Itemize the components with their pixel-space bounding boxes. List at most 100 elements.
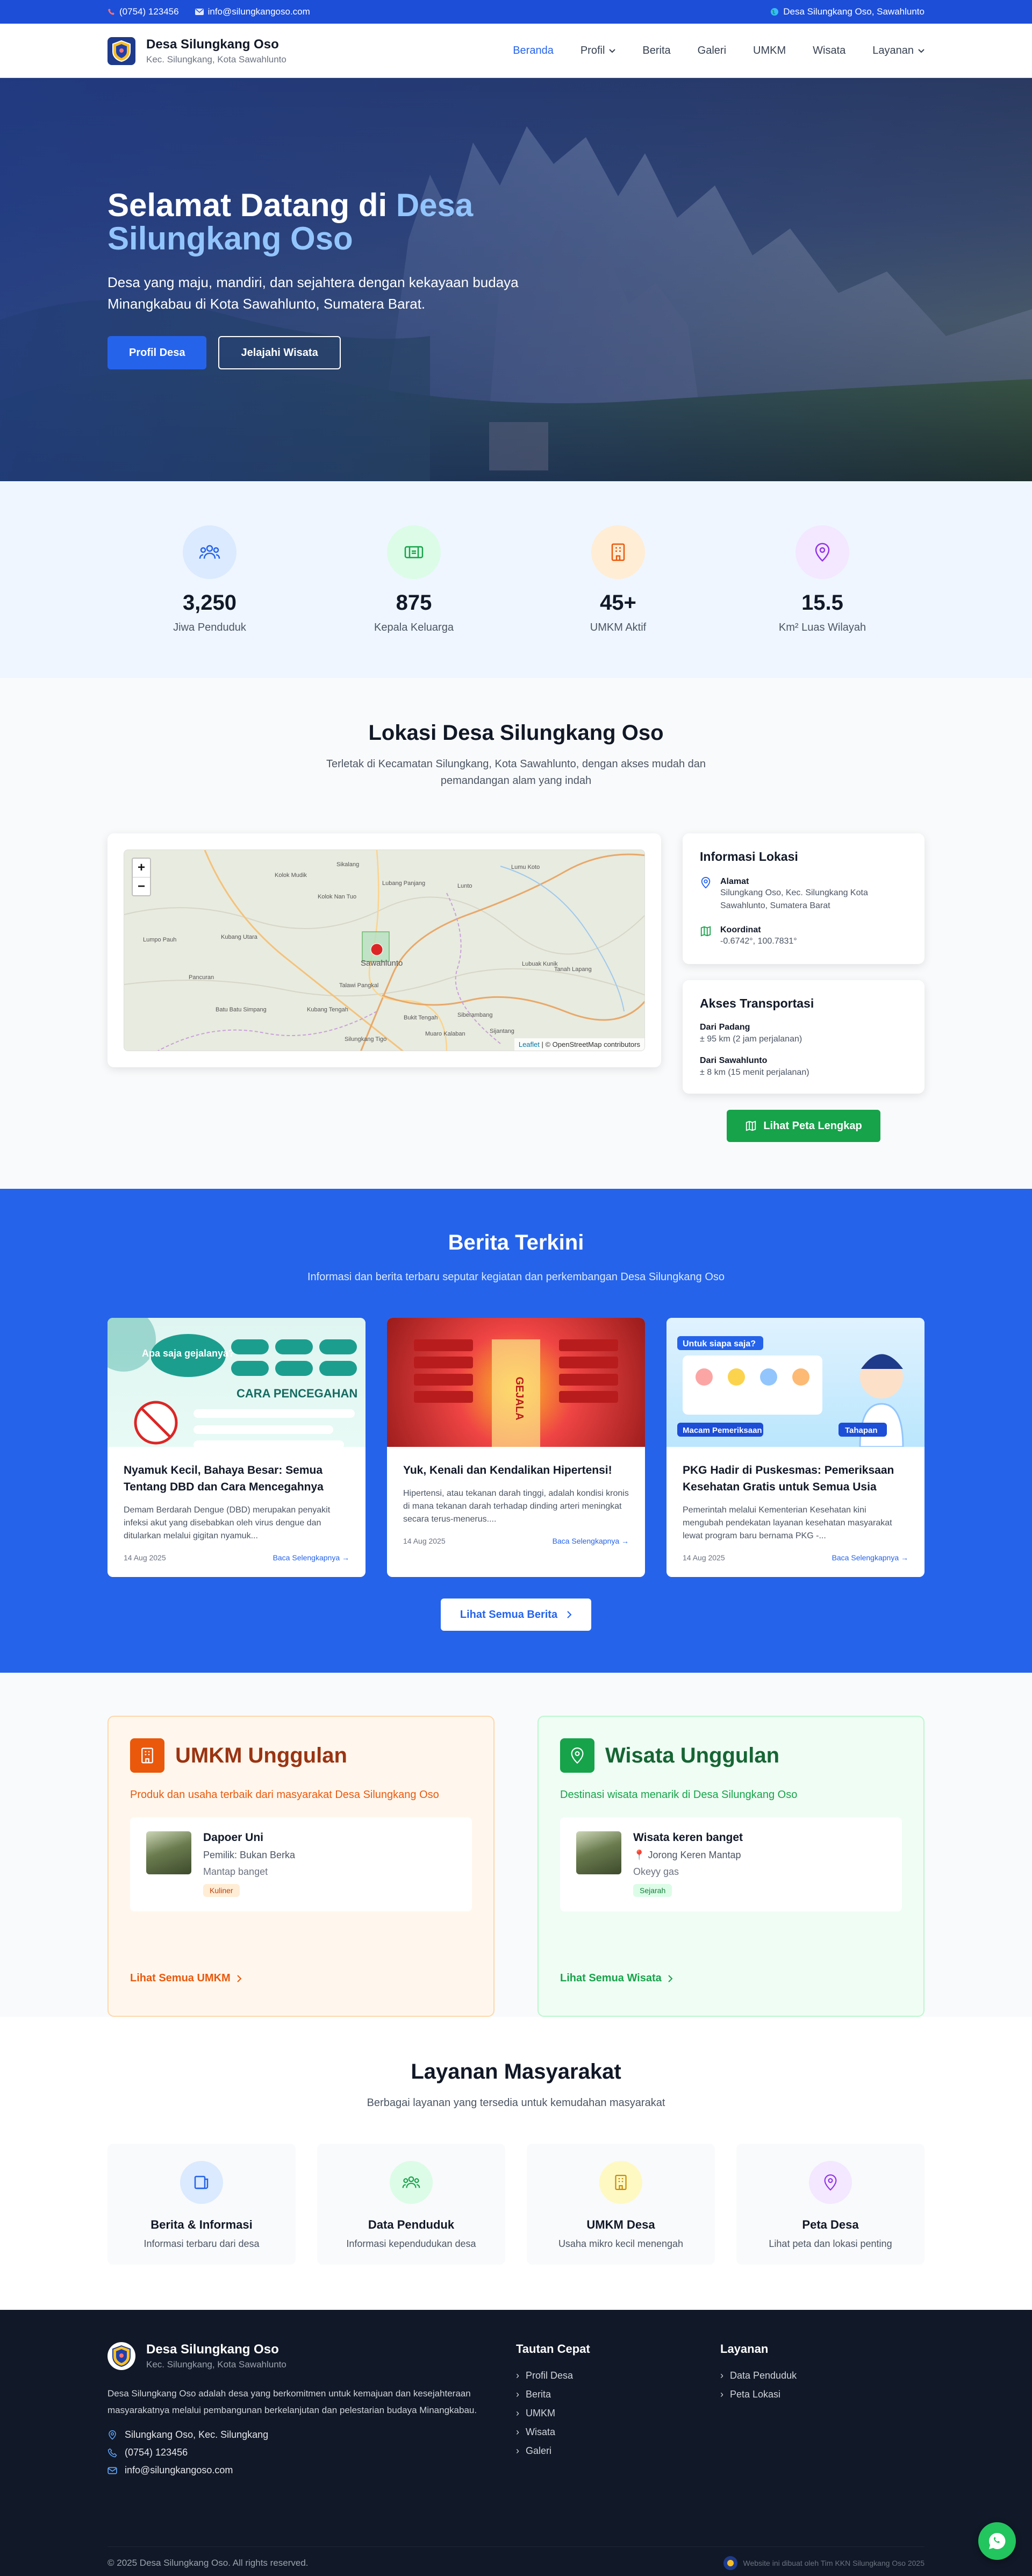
nav-galeri[interactable]: Galeri bbox=[698, 45, 726, 57]
topbar-email-text: info@silungkangoso.com bbox=[207, 6, 310, 17]
footer-phone[interactable]: (0754) 123456 bbox=[108, 2447, 516, 2458]
leaflet-link[interactable]: Leaflet bbox=[519, 1040, 540, 1048]
umkm-thumbnail bbox=[146, 1831, 191, 1874]
chevron-right-icon: › bbox=[516, 2389, 519, 2400]
nav-wisata[interactable]: Wisata bbox=[813, 45, 845, 57]
umkm-item-owner: Pemilik: Bukan Berka bbox=[203, 1850, 296, 1860]
all-news-label: Lihat Semua Berita bbox=[460, 1608, 558, 1621]
chevron-down-icon bbox=[918, 48, 924, 53]
footer-brand: Desa Silungkang Oso Kec. Silungkang, Kot… bbox=[108, 2342, 516, 2370]
full-map-button[interactable]: Lihat Peta Lengkap bbox=[727, 1110, 880, 1142]
map-attribution: Leaflet | © OpenStreetMap contributors bbox=[514, 1038, 644, 1051]
village-map[interactable]: Sikalang Lumu Koto Kolok Mudik Lunto Kolok N… bbox=[124, 850, 645, 1051]
service-card-map[interactable]: Peta Desa Lihat peta dan lokasi penting bbox=[736, 2144, 924, 2265]
all-umkm-link[interactable]: Lihat Semua UMKM bbox=[130, 1972, 242, 1985]
hypertension-infographic: GEJALA bbox=[414, 1339, 618, 1447]
map-place-label: Lumu Koto bbox=[511, 864, 540, 870]
full-map-label: Lihat Peta Lengkap bbox=[763, 1119, 862, 1132]
service-link[interactable]: › Data Penduduk bbox=[720, 2370, 924, 2381]
transport-from: Dari Sawahlunto bbox=[700, 1056, 768, 1065]
building-icon bbox=[599, 2161, 642, 2204]
service-link-label: Peta Lokasi bbox=[730, 2389, 781, 2400]
services-section: Layanan Masyarakat Berbagai layanan yang… bbox=[0, 2017, 1032, 2310]
quick-link-label: Berita bbox=[526, 2389, 551, 2400]
phone-icon bbox=[108, 8, 115, 16]
quick-link-label: Wisata bbox=[526, 2427, 556, 2437]
address-value: Silungkang Oso, Kec. Silungkang Kota Saw… bbox=[720, 888, 868, 910]
footer-title: Desa Silungkang Oso bbox=[146, 2342, 279, 2357]
address-row: Alamat Silungkang Oso, Kec. Silungkang Ko… bbox=[700, 877, 907, 912]
all-news-button[interactable]: Lihat Semua Berita bbox=[440, 1599, 592, 1631]
whatsapp-button[interactable] bbox=[978, 2522, 1016, 2560]
news-title-text: Nyamuk Kecil, Bahaya Besar: Semua Tentan… bbox=[124, 1464, 324, 1493]
service-card-news[interactable]: Berita & Informasi Informasi terbaru dar… bbox=[108, 2144, 296, 2265]
news-card[interactable]: GEJALA Yuk, Kenali dan Kendalikan Hipert… bbox=[387, 1318, 645, 1577]
news-card[interactable]: Apa saja gejalanya? CARA PENCEGAHAN Nyam… bbox=[108, 1318, 366, 1577]
category-badge: Sejarah bbox=[633, 1884, 672, 1897]
featured-section: UMKM Unggulan Produk dan usaha terbaik d… bbox=[0, 1673, 1032, 2017]
transport-distance: ± 8 km (15 menit perjalanan) bbox=[700, 1068, 809, 1077]
map-place-label: Tanah Lapang bbox=[554, 966, 592, 973]
umkm-item-desc: Mantap banget bbox=[203, 1866, 268, 1877]
quick-link[interactable]: › Berita bbox=[516, 2389, 720, 2400]
quick-link[interactable]: › Profil Desa bbox=[516, 2370, 720, 2381]
chevron-right-icon: › bbox=[720, 2389, 723, 2400]
service-desc: Informasi terbaru dari desa bbox=[144, 2238, 260, 2249]
map-place-label: Kolok Mudik bbox=[275, 872, 307, 879]
wisata-item-desc: Okeyy gas bbox=[633, 1866, 679, 1877]
all-wisata-link[interactable]: Lihat Semua Wisata bbox=[560, 1972, 673, 1985]
dbd-infographic: Apa saja gejalanya? CARA PENCEGAHAN bbox=[108, 1318, 357, 1447]
umkm-title: UMKM Unggulan bbox=[175, 1743, 347, 1767]
brand[interactable]: Desa Silungkang Oso Kec. Silungkang, Kot… bbox=[108, 37, 286, 65]
news-image: Apa saja gejalanya? CARA PENCEGAHAN bbox=[108, 1318, 366, 1447]
service-card-population[interactable]: Data Penduduk Informasi kependudukan des… bbox=[317, 2144, 505, 2265]
chevron-right-icon: › bbox=[720, 2370, 723, 2381]
stat-families: 875 Kepala Keluarga bbox=[312, 525, 516, 634]
news-card[interactable]: Untuk siapa saja? Macam Pemeriksaan Taha… bbox=[666, 1318, 924, 1577]
hero-description: Desa yang maju, mandiri, dan sejahtera d… bbox=[108, 274, 519, 312]
nav-umkm[interactable]: UMKM bbox=[753, 45, 786, 57]
nav-profil[interactable]: Profil bbox=[580, 45, 616, 57]
umkm-featured-card: UMKM Unggulan Produk dan usaha terbaik d… bbox=[108, 1716, 494, 2017]
chevron-right-icon bbox=[668, 1974, 673, 1982]
news-excerpt: Demam Berdarah Dengue (DBD) merupakan pe… bbox=[124, 1505, 331, 1540]
umkm-item[interactable]: Dapoer Uni Pemilik: Bukan Berka Mantap b… bbox=[130, 1817, 472, 1911]
service-card-umkm[interactable]: UMKM Desa Usaha mikro kecil menengah bbox=[527, 2144, 715, 2265]
map-pin-icon bbox=[109, 2430, 116, 2439]
nav-beranda[interactable]: Beranda bbox=[513, 45, 554, 57]
nav-berita[interactable]: Berita bbox=[642, 45, 670, 57]
service-link[interactable]: › Peta Lokasi bbox=[720, 2389, 924, 2400]
map-icon bbox=[700, 926, 711, 937]
profil-desa-button[interactable]: Profil Desa bbox=[108, 336, 207, 369]
nav-layanan[interactable]: Layanan bbox=[872, 45, 924, 57]
umkm-item-name: Dapoer Uni bbox=[203, 1831, 264, 1844]
hero-content: Selamat Datang di Desa Silungkang Oso De… bbox=[108, 189, 570, 369]
topbar-email[interactable]: info@silungkangoso.com bbox=[195, 6, 310, 17]
top-bar: (0754) 123456 info@silungkangoso.com Des… bbox=[0, 0, 1032, 24]
site-title: Desa Silungkang Oso bbox=[146, 37, 279, 52]
topbar-phone[interactable]: (0754) 123456 bbox=[108, 6, 179, 17]
chevron-down-icon bbox=[609, 48, 616, 53]
quick-link-label: Profil Desa bbox=[526, 2370, 574, 2381]
wisata-item[interactable]: Wisata keren banget 📍 Jorong Keren Manta… bbox=[560, 1817, 902, 1911]
location-subtitle: Terletak di Kecamatan Silungkang, Kota S… bbox=[326, 758, 706, 787]
read-more-link[interactable]: Baca Selengkapnya → bbox=[832, 1553, 908, 1562]
zoom-in-button[interactable]: + bbox=[133, 859, 150, 877]
credit: Website ini dibuat oleh Tim KKN Silungka… bbox=[723, 2556, 924, 2571]
wisata-featured-card: Wisata Unggulan Destinasi wisata menarik… bbox=[538, 1716, 924, 2017]
quick-link[interactable]: › UMKM bbox=[516, 2408, 720, 2419]
jelajahi-wisata-button[interactable]: Jelajahi Wisata bbox=[218, 336, 341, 369]
umkm-subtitle: Produk dan usaha terbaik dari masyarakat… bbox=[130, 1789, 439, 1801]
news-image-tag: Macam Pemeriksaan bbox=[683, 1426, 762, 1435]
services-title: Layanan Masyarakat bbox=[411, 2060, 621, 2083]
quick-link[interactable]: › Wisata bbox=[516, 2427, 720, 2438]
zoom-out-button[interactable]: − bbox=[133, 877, 150, 895]
news-image-caption: GEJALA bbox=[513, 1376, 525, 1420]
stat-label: Jiwa Penduduk bbox=[173, 622, 246, 633]
stat-value: 875 bbox=[396, 591, 432, 615]
map-place-label: Kolok Nan Tuo bbox=[318, 894, 356, 900]
footer-email[interactable]: info@silungkangoso.com bbox=[108, 2465, 516, 2476]
quick-link[interactable]: › Galeri bbox=[516, 2445, 720, 2457]
read-more-link[interactable]: Baca Selengkapnya → bbox=[553, 1537, 629, 1545]
read-more-link[interactable]: Baca Selengkapnya → bbox=[273, 1553, 349, 1562]
